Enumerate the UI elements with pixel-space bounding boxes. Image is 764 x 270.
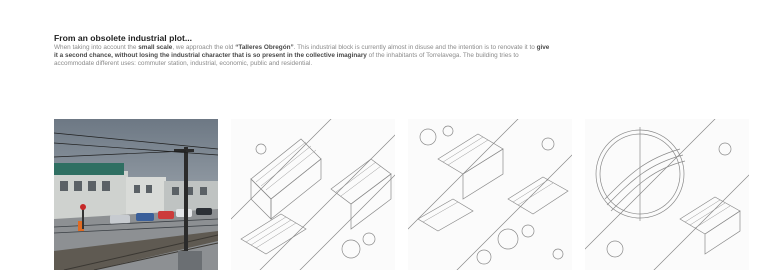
section-description: When taking into account the small scale…	[54, 44, 554, 68]
axonometric-drawing-1	[231, 119, 395, 270]
axonometric-drawing-2	[408, 119, 572, 270]
description-text: . This industrial block is currently alm…	[293, 44, 537, 51]
section-title: From an obsolete industrial plot...	[54, 33, 192, 43]
description-emphasis: small scale	[138, 44, 173, 51]
street-photo-image	[54, 119, 218, 270]
description-text: , we approach the old	[172, 44, 236, 51]
description-text: When taking into account the	[54, 44, 139, 51]
description-emphasis: “Talleres Obregón”	[235, 44, 294, 51]
axonometric-drawing-3	[585, 119, 749, 270]
